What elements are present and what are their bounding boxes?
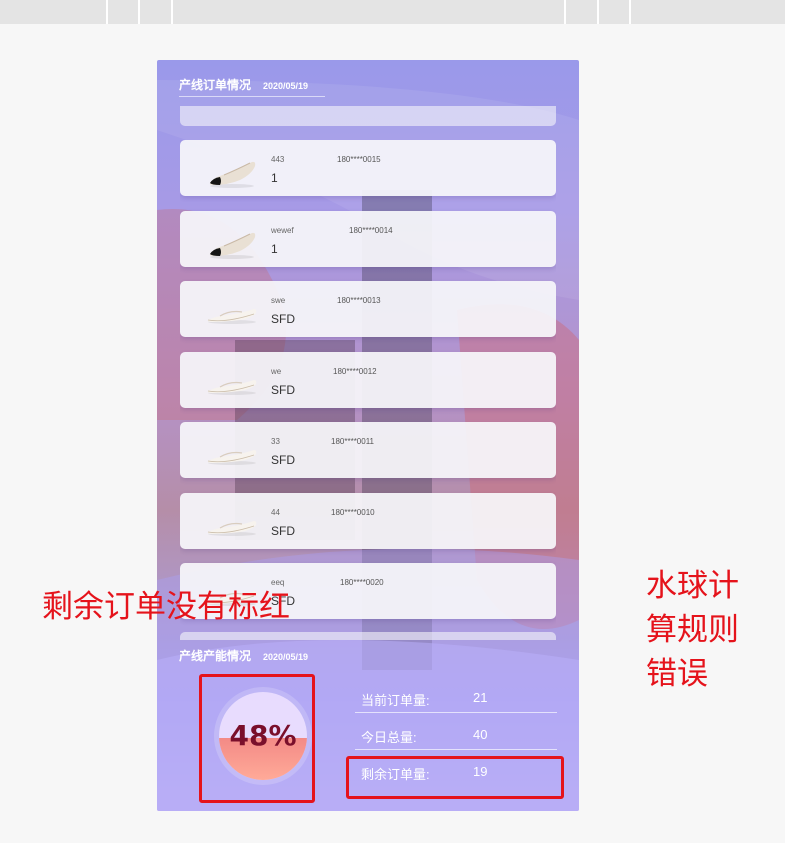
order-name: 33 bbox=[271, 437, 280, 446]
order-phone: 180****0020 bbox=[340, 578, 384, 587]
order-phone: 180****0012 bbox=[333, 366, 377, 376]
top-toolbar-strip bbox=[0, 0, 785, 24]
order-phone: 180****0010 bbox=[331, 507, 375, 517]
capacity-section-title: 产线产能情况 bbox=[179, 649, 252, 663]
order-quantity: SFD bbox=[271, 382, 295, 397]
order-quantity: SFD bbox=[271, 453, 295, 467]
order-list: 443 180****0015 1 wewef 180****0014 1 swe 180**… bbox=[180, 140, 556, 645]
order-phone: 180****0014 bbox=[349, 225, 393, 235]
order-card[interactable]: 44 180****0010 SFD bbox=[180, 492, 556, 549]
order-name: we bbox=[271, 366, 282, 376]
stat-current-orders: 当前订单量: 21 bbox=[355, 687, 557, 713]
stat-today-total: 今日总量: 40 bbox=[355, 724, 557, 750]
stat-value: 21 bbox=[473, 690, 488, 705]
annotation-text-ball-line1: 水球计 bbox=[646, 568, 739, 604]
list-item-partial[interactable] bbox=[180, 106, 556, 126]
shoe-thumbnail bbox=[206, 503, 258, 543]
order-card[interactable]: we 180****0012 SFD bbox=[180, 351, 556, 408]
ruler-tick bbox=[106, 0, 108, 24]
order-quantity: 1 bbox=[271, 241, 278, 256]
stat-label: 当前订单量: bbox=[361, 693, 430, 708]
order-card[interactable]: 33 180****0011 SFD bbox=[180, 422, 556, 478]
order-card[interactable]: swe 180****0013 SFD bbox=[180, 281, 556, 337]
orders-section-title: 产线订单情况 bbox=[179, 78, 252, 92]
ruler-tick bbox=[629, 0, 631, 24]
order-phone: 180****0013 bbox=[337, 296, 381, 305]
orders-section-date: 2020/05/19 bbox=[263, 81, 309, 91]
order-quantity: 1 bbox=[271, 171, 278, 185]
capacity-section-date: 2020/05/19 bbox=[263, 652, 309, 662]
ruler-tick bbox=[171, 0, 173, 24]
shoe-thumbnail bbox=[206, 362, 258, 402]
stat-underline bbox=[355, 712, 557, 713]
order-phone: 180****0015 bbox=[337, 155, 381, 164]
order-quantity: SFD bbox=[271, 312, 295, 326]
stat-label: 今日总量: bbox=[361, 730, 417, 745]
order-card[interactable]: wewef 180****0014 1 bbox=[180, 210, 556, 267]
order-name: wewef bbox=[271, 225, 294, 235]
annotation-text-ball-line2: 算规则 bbox=[646, 612, 739, 648]
shoe-thumbnail bbox=[206, 221, 258, 261]
shoe-thumbnail bbox=[206, 291, 258, 331]
order-card[interactable]: 443 180****0015 1 bbox=[180, 140, 556, 196]
stat-underline bbox=[355, 749, 557, 750]
order-name: eeq bbox=[271, 578, 285, 587]
annotation-box-remaining bbox=[346, 756, 564, 799]
shoe-thumbnail bbox=[206, 432, 258, 472]
order-name: 44 bbox=[271, 507, 280, 517]
ruler-tick bbox=[138, 0, 140, 24]
shoe-thumbnail bbox=[206, 150, 258, 190]
list-item-partial[interactable] bbox=[180, 632, 556, 640]
annotation-text-ball-line3: 错误 bbox=[646, 656, 708, 692]
ruler-tick bbox=[564, 0, 566, 24]
stat-value: 40 bbox=[473, 727, 488, 742]
order-quantity: SFD bbox=[271, 523, 295, 538]
orders-header-underline bbox=[179, 96, 325, 97]
capacity-section-header: 产线产能情况 2020/05/19 bbox=[179, 647, 308, 664]
order-phone: 180****0011 bbox=[331, 437, 375, 446]
orders-section-header: 产线订单情况 2020/05/19 bbox=[179, 76, 308, 93]
annotation-text-remaining: 剩余订单没有标红 bbox=[42, 589, 290, 625]
ruler-tick bbox=[597, 0, 599, 24]
annotation-box-water-ball bbox=[199, 674, 315, 803]
order-name: 443 bbox=[271, 155, 285, 164]
order-name: swe bbox=[271, 296, 286, 305]
